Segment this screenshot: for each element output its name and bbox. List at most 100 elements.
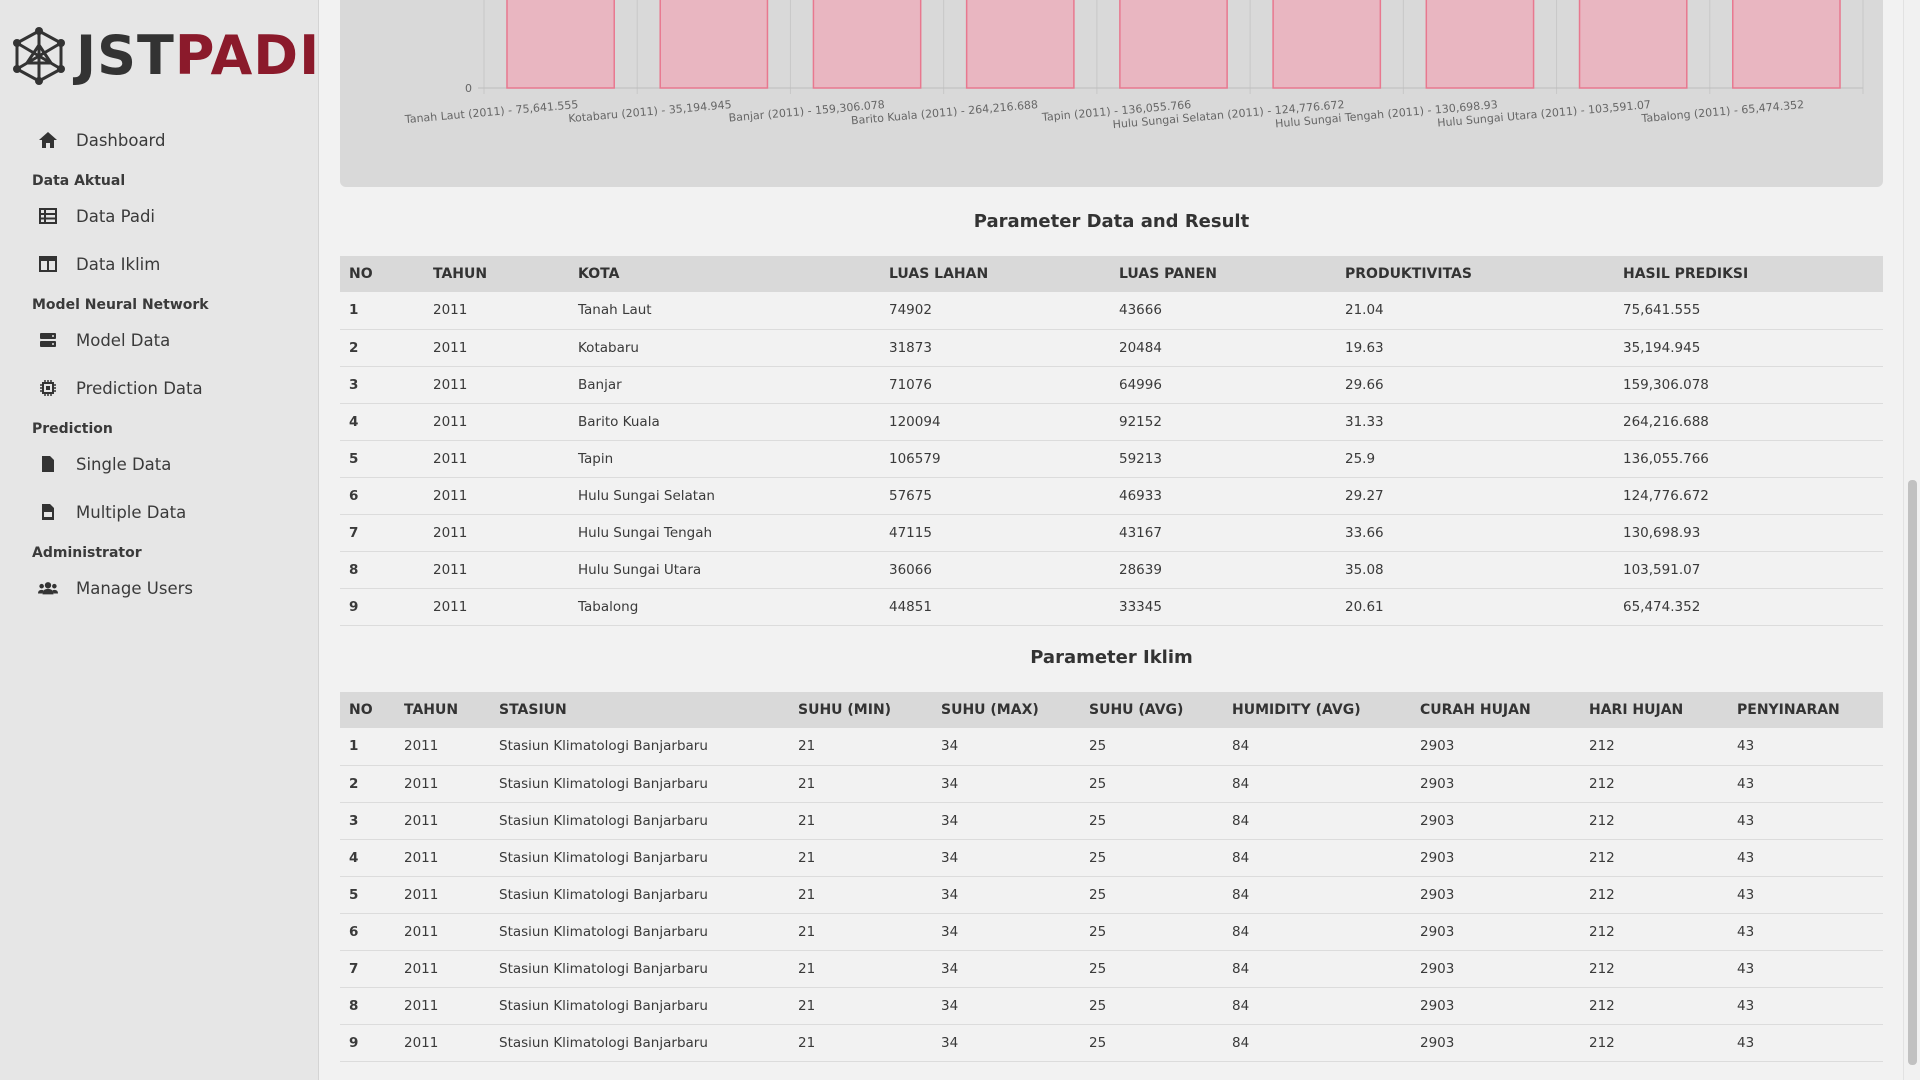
table-cell: 25.9: [1336, 440, 1614, 478]
chart-bar[interactable]: [1578, 0, 1688, 89]
result-table: NO TAHUN KOTA LUAS LAHAN LUAS PANEN PRODUKTIV…: [340, 256, 1883, 626]
sidebar-item-data-padi[interactable]: Data Padi: [38, 201, 155, 231]
sidebar-item-data-iklim[interactable]: Data Iklim: [38, 249, 160, 279]
sidebar-item-label: Single Data: [76, 454, 172, 474]
table-cell: 2011: [395, 987, 490, 1025]
table-cell: 2011: [395, 950, 490, 988]
table-cell: 28639: [1110, 551, 1336, 589]
chart-bar[interactable]: [506, 0, 615, 89]
table-cell: 29.27: [1336, 477, 1614, 515]
chart-bar[interactable]: [1119, 0, 1228, 89]
scrollbar-thumb[interactable]: [1908, 480, 1917, 1065]
table-cell: 21: [789, 802, 932, 840]
chart-y-tick-label: 0: [465, 82, 472, 95]
table-cell: 136,055.766: [1614, 440, 1883, 478]
table-cell: 5: [340, 440, 424, 478]
columns-icon: [38, 254, 58, 274]
table-cell: 103,591.07: [1614, 551, 1883, 589]
table-cell: Kotabaru: [569, 329, 880, 367]
sidebar-item-model-data[interactable]: Model Data: [38, 325, 170, 355]
table-row: 5 2011 Stasiun Klimatologi Banjarbaru 21 34 2…: [340, 876, 1883, 914]
table-cell: 21: [789, 913, 932, 951]
chart-bar[interactable]: [1732, 0, 1841, 89]
sidebar-item-label: Prediction Data: [76, 378, 203, 398]
table-cell: 264,216.688: [1614, 403, 1883, 441]
column-header: HUMIDITY (AVG): [1232, 702, 1361, 718]
brand-name-part2: PADI: [174, 24, 321, 87]
sidebar-item-label: Multiple Data: [76, 502, 187, 522]
table-cell: Stasiun Klimatologi Banjarbaru: [490, 987, 789, 1025]
table-row: 2 2011 Stasiun Klimatologi Banjarbaru 21 34 2…: [340, 765, 1883, 803]
table-cell: 2903: [1411, 950, 1580, 988]
section-heading-administrator: Administrator: [32, 545, 142, 561]
brand-logo[interactable]: JSTPADI: [12, 26, 320, 86]
table-cell: 1: [340, 728, 395, 766]
prediction-chart-card: 0 Tanah Laut (2011) - 75,641.555 Kotabaru …: [340, 0, 1883, 187]
sidebar-item-dashboard[interactable]: Dashboard: [38, 125, 166, 155]
table-cell: 2: [340, 765, 395, 803]
table-cell: 9: [340, 1024, 395, 1062]
table-cell: 21: [789, 728, 932, 766]
sidebar-item-multiple-data[interactable]: Multiple Data: [38, 497, 186, 527]
column-header: SUHU (AVG): [1089, 702, 1184, 718]
table-row: 2 2011 Kotabaru 31873 20484 19.63 35,194.945: [340, 329, 1883, 367]
table-cell: 75,641.555: [1614, 292, 1883, 330]
table-cell: 2903: [1411, 987, 1580, 1025]
table-cell: 212: [1580, 950, 1728, 988]
table-cell: 34: [932, 913, 1080, 951]
column-header: TAHUN: [433, 266, 488, 282]
sidebar-item-manage-users[interactable]: Manage Users: [38, 573, 193, 603]
sidebar-item-label: Data Iklim: [76, 254, 161, 274]
chart-bar[interactable]: [965, 0, 1075, 89]
table-cell: Hulu Sungai Utara: [569, 551, 880, 589]
column-header: SUHU (MAX): [941, 702, 1039, 718]
table-cell: 31.33: [1336, 403, 1614, 441]
table-cell: 7: [340, 950, 395, 988]
table-cell: 43: [1728, 802, 1883, 840]
chart-bar[interactable]: [1272, 0, 1382, 89]
page-scrollbar[interactable]: [1903, 0, 1920, 1080]
table-cell: 21: [789, 876, 932, 914]
table-cell: 25: [1080, 876, 1223, 914]
table-cell: 1: [340, 292, 424, 330]
table-cell: Tapin: [569, 440, 880, 478]
table-cell: 212: [1580, 913, 1728, 951]
table-cell: 34: [932, 950, 1080, 988]
table-cell: 2903: [1411, 802, 1580, 840]
table-row: 7 2011 Hulu Sungai Tengah 47115 43167 33.66 13…: [340, 514, 1883, 552]
column-header: PENYINARAN: [1737, 702, 1840, 718]
sidebar-item-single-data[interactable]: Single Data: [38, 449, 171, 479]
chart-bar[interactable]: [1425, 0, 1535, 89]
table-cell: 25: [1080, 913, 1223, 951]
table-cell: 2011: [424, 514, 569, 552]
table-cell: 6: [340, 477, 424, 515]
table-cell: 64996: [1110, 366, 1336, 404]
column-header: LUAS LAHAN: [889, 266, 989, 282]
column-header: CURAH HUJAN: [1420, 702, 1531, 718]
users-icon: [38, 578, 58, 598]
chart-bar[interactable]: [812, 0, 922, 89]
table-cell: 25: [1080, 728, 1223, 766]
home-icon: [38, 130, 58, 150]
table-cell: 57675: [880, 477, 1110, 515]
table-cell: 2903: [1411, 728, 1580, 766]
table-cell: 36066: [880, 551, 1110, 589]
sidebar-item-label: Model Data: [76, 330, 171, 350]
sidebar-item-prediction-data[interactable]: Prediction Data: [38, 373, 203, 403]
table-cell: 20.61: [1336, 588, 1614, 626]
table-cell: Stasiun Klimatologi Banjarbaru: [490, 839, 789, 877]
column-header: HARI HUJAN: [1589, 702, 1684, 718]
chart-bar[interactable]: [659, 0, 769, 89]
table-cell: Hulu Sungai Tengah: [569, 514, 880, 552]
iklim-table: NO TAHUN STASIUN SUHU (MIN) SUHU (MAX) SUHU (…: [340, 692, 1883, 1062]
table-cell: Stasiun Klimatologi Banjarbaru: [490, 913, 789, 951]
table-cell: 84: [1223, 1024, 1411, 1062]
table-cell: 212: [1580, 839, 1728, 877]
table-cell: 25: [1080, 950, 1223, 988]
table-cell: Stasiun Klimatologi Banjarbaru: [490, 876, 789, 914]
chart-x-tick-label: Tanah Laut (2011) - 75,641.555: [403, 98, 578, 126]
table-row: 1 2011 Stasiun Klimatologi Banjarbaru 21 34 2…: [340, 728, 1883, 766]
chart-x-tick-label: Kotabaru (2011) - 35,194.945: [568, 98, 732, 125]
table-cell: 2011: [395, 765, 490, 803]
table-cell: 84: [1223, 839, 1411, 877]
